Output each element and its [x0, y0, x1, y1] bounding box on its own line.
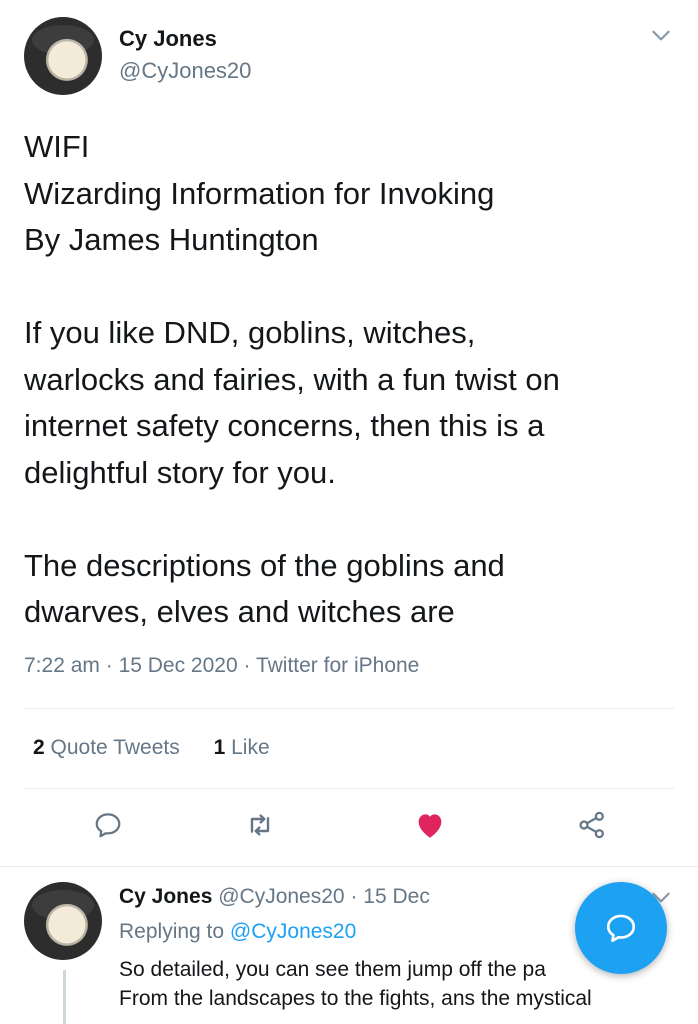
retweet-button[interactable] — [240, 805, 280, 845]
retweet-icon — [250, 814, 270, 836]
share-button[interactable] — [572, 805, 612, 845]
tweet-line — [24, 496, 674, 543]
tweet-line: warlocks and fairies, with a fun twist o… — [24, 361, 560, 397]
tweet-source[interactable]: Twitter for iPhone — [256, 654, 419, 677]
avatar[interactable] — [24, 882, 102, 960]
tweet-line: The descriptions of the goblins and — [24, 547, 505, 583]
meta-separator: · — [243, 654, 256, 677]
chevron-down-icon[interactable] — [648, 22, 674, 48]
replying-to-label: Replying to — [119, 920, 225, 943]
reply-header: Cy Jones @CyJones20 · 15 Dec — [119, 885, 430, 909]
compose-reply-icon — [606, 914, 636, 943]
share-icon — [579, 811, 604, 839]
tweet-stats: 2 Quote Tweets 1 Like — [33, 736, 270, 760]
likes-stat[interactable]: 1 Like — [214, 736, 270, 759]
replying-to: Replying to @CyJones20 — [119, 920, 356, 944]
replying-to-handle[interactable]: @CyJones20 — [230, 920, 356, 943]
reply-date: 15 Dec — [363, 885, 430, 908]
meta-separator: · — [105, 654, 119, 677]
quote-tweets-count: 2 — [33, 736, 45, 759]
reply-icon — [95, 813, 121, 838]
tweet-line: dwarves, elves and witches are — [24, 594, 455, 629]
tweet-text: WIFI Wizarding Information for Invoking … — [24, 124, 674, 636]
tweet-line: WIFI — [24, 129, 90, 164]
thread-line — [63, 970, 66, 1024]
author-handle[interactable]: @CyJones20 — [119, 58, 251, 84]
author-name[interactable]: Cy Jones — [119, 26, 217, 52]
tweet-line: By James Huntington — [24, 222, 319, 257]
divider — [0, 866, 698, 867]
quote-tweets-label: Quote Tweets — [50, 736, 180, 759]
reply-author-name[interactable]: Cy Jones — [119, 885, 212, 908]
like-button[interactable] — [410, 805, 450, 845]
avatar[interactable] — [24, 17, 102, 95]
divider — [24, 788, 674, 789]
tweet-date: 15 Dec 2020 — [118, 654, 238, 677]
reply-text-line: From the landscapes to the fights, ans t… — [119, 987, 592, 1010]
divider — [24, 708, 674, 709]
action-bar — [0, 805, 698, 849]
quote-tweets-stat[interactable]: 2 Quote Tweets — [33, 736, 180, 759]
meta-separator: · — [350, 885, 364, 908]
tweet-line: internet safety concerns, then this is a — [24, 408, 545, 443]
reply-button[interactable] — [88, 805, 128, 845]
likes-label: Like — [231, 736, 270, 759]
likes-count: 1 — [213, 736, 226, 759]
tweet-meta: 7:22 am · 15 Dec 2020 · Twitter for iPho… — [24, 654, 419, 678]
like-icon — [418, 814, 442, 838]
tweet-line: delightful story for you. — [24, 454, 336, 490]
tweet-line: Wizarding Information for Invoking — [24, 175, 495, 211]
compose-reply-button[interactable] — [575, 882, 667, 974]
tweet-line: If you like DND, goblins, witches, — [24, 315, 476, 350]
tweet-time: 7:22 am — [24, 654, 100, 677]
reply-author-handle[interactable]: @CyJones20 — [218, 885, 344, 908]
tweet-line — [24, 264, 674, 311]
